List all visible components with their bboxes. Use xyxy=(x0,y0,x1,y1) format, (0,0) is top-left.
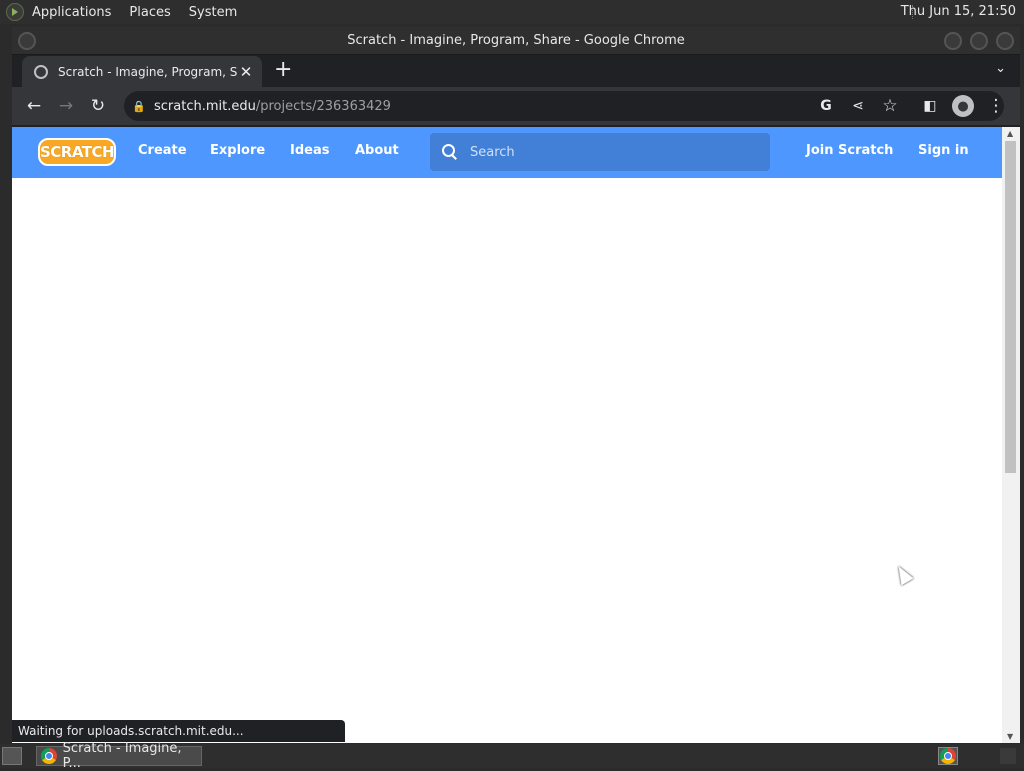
chrome-window: Scratch - Imagine, Program, Share - Goog… xyxy=(12,27,1020,743)
tab-search-chevron-icon[interactable]: ⌄ xyxy=(995,61,1006,76)
tray-chrome-icon[interactable] xyxy=(938,747,958,765)
minimize-button[interactable] xyxy=(944,32,962,50)
scroll-down-arrow-icon[interactable]: ▼ xyxy=(1007,732,1013,741)
search-input[interactable] xyxy=(470,144,750,160)
google-lens-icon[interactable]: G xyxy=(816,96,836,116)
taskbar-item-chrome[interactable]: Scratch - Imagine, P... xyxy=(36,741,202,771)
nav-ideas[interactable]: Ideas xyxy=(290,143,329,158)
page-scrollbar[interactable]: ▲ ▼ xyxy=(1002,127,1020,743)
nav-about[interactable]: About xyxy=(355,143,399,158)
scratch-navbar: SCRATCH Create Explore Ideas About Join … xyxy=(12,127,1002,178)
clock[interactable]: Thu Jun 15, 21:50 xyxy=(901,4,1016,19)
new-tab-button[interactable]: + xyxy=(274,59,292,81)
bookmark-star-icon[interactable]: ☆ xyxy=(880,96,900,116)
show-desktop-button[interactable] xyxy=(2,747,22,765)
globe-icon xyxy=(34,64,48,79)
reload-button[interactable]: ↻ xyxy=(88,96,108,116)
join-scratch-link[interactable]: Join Scratch xyxy=(806,143,893,158)
tab-scratch[interactable]: Scratch - Imagine, Program, Sh ✕ xyxy=(22,56,262,87)
status-bubble: Waiting for uploads.scratch.mit.edu... xyxy=(12,720,345,742)
taskbar-item-label: Scratch - Imagine, P... xyxy=(62,741,182,771)
top-panel: Applications Places System Thu Jun 15, 2… xyxy=(0,0,1024,24)
tab-title: Scratch - Imagine, Program, Sh xyxy=(58,64,238,79)
tab-strip: Scratch - Imagine, Program, Sh ✕ + ⌄ xyxy=(12,55,1020,87)
search-icon xyxy=(442,144,458,160)
chrome-icon xyxy=(940,748,956,764)
back-button[interactable]: ← xyxy=(24,96,44,116)
scroll-up-arrow-icon[interactable]: ▲ xyxy=(1007,129,1013,138)
browser-toolbar: ← → ↻ 🔒 scratch.mit.edu/projects/2363634… xyxy=(12,87,1020,125)
bottom-taskbar: Scratch - Imagine, P... xyxy=(0,741,1024,771)
system-menu[interactable]: System xyxy=(189,5,237,20)
url-path: /projects/236363429 xyxy=(255,98,391,114)
window-menu-button[interactable] xyxy=(18,32,36,50)
side-panel-icon[interactable]: ◧ xyxy=(920,96,940,116)
url-domain: scratch.mit.edu xyxy=(154,98,256,114)
chrome-menu-icon[interactable]: ⋮ xyxy=(986,96,1006,116)
scroll-thumb[interactable] xyxy=(1005,141,1016,473)
workspace-switcher[interactable] xyxy=(1000,748,1016,764)
address-bar[interactable]: 🔒 scratch.mit.edu/projects/236363429 xyxy=(124,91,1004,121)
close-window-button[interactable] xyxy=(996,32,1014,50)
nav-create[interactable]: Create xyxy=(138,143,187,158)
applications-menu[interactable]: Applications xyxy=(32,5,111,20)
window-title: Scratch - Imagine, Program, Share - Goog… xyxy=(347,33,685,48)
chrome-icon xyxy=(41,748,57,764)
lock-icon[interactable]: 🔒 xyxy=(132,100,146,113)
places-menu[interactable]: Places xyxy=(129,5,170,20)
search-box[interactable] xyxy=(430,133,770,171)
nav-explore[interactable]: Explore xyxy=(210,143,265,158)
scratch-logo[interactable]: SCRATCH xyxy=(38,138,116,166)
profile-avatar-icon[interactable]: ● xyxy=(952,95,974,117)
window-titlebar[interactable]: Scratch - Imagine, Program, Share - Goog… xyxy=(12,27,1020,55)
forward-button[interactable]: → xyxy=(56,96,76,116)
maximize-button[interactable] xyxy=(970,32,988,50)
sign-in-link[interactable]: Sign in xyxy=(918,143,969,158)
close-tab-icon[interactable]: ✕ xyxy=(238,63,254,81)
distro-logo-icon[interactable] xyxy=(6,3,24,21)
page-viewport: SCRATCH Create Explore Ideas About Join … xyxy=(12,127,1002,743)
share-icon[interactable]: ⋖ xyxy=(848,96,868,116)
